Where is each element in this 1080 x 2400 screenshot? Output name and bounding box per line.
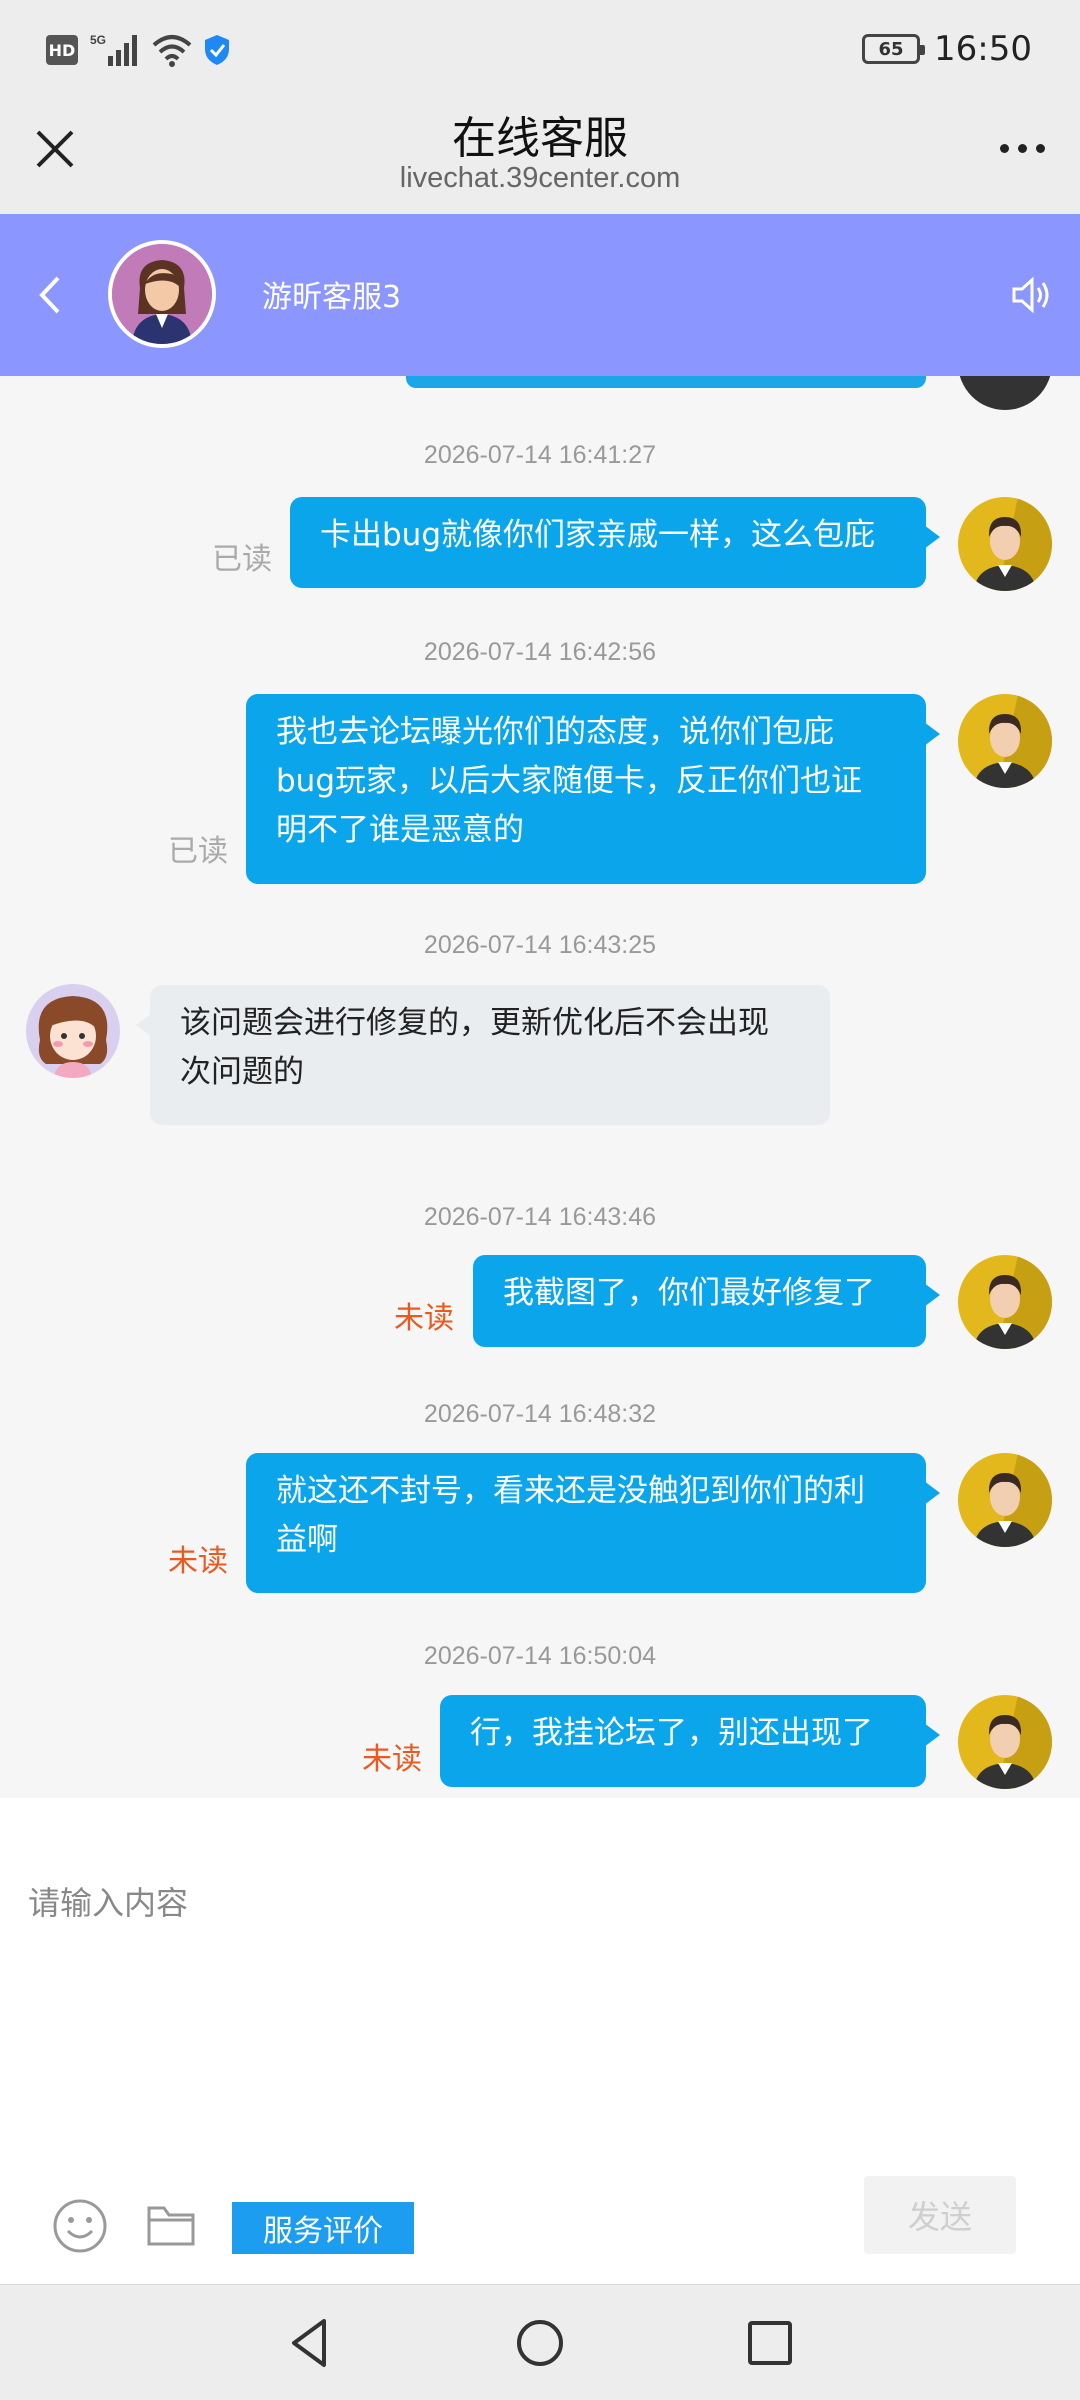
unread-status: 未读 bbox=[168, 1544, 228, 1579]
battery-icon: 65 bbox=[862, 34, 926, 64]
send-button[interactable]: 发送 bbox=[864, 2176, 1016, 2254]
read-status: 已读 bbox=[168, 834, 228, 869]
message-bubble-outgoing[interactable]: 卡出bug就像你们家亲戚一样，这么包庇 bbox=[290, 497, 940, 588]
user-avatar bbox=[958, 1255, 1052, 1349]
chat-message-list[interactable]: 2026-07-14 16:41:27 已读 卡出bug就像你们家亲戚一样，这么… bbox=[0, 376, 1080, 1798]
page-title: 在线客服 bbox=[452, 113, 628, 164]
unread-status: 未读 bbox=[362, 1742, 422, 1777]
message-timestamp: 2026-07-14 16:43:25 bbox=[423, 931, 657, 959]
message-input[interactable] bbox=[28, 1878, 1052, 2178]
folder-icon bbox=[147, 2206, 195, 2246]
message-line: 该问题会进行修复的，更新优化后不会出现 bbox=[180, 1005, 769, 1041]
chevron-left-icon bbox=[39, 276, 60, 314]
clock: 16:50 bbox=[934, 29, 1032, 69]
agent-message-avatar bbox=[26, 984, 120, 1078]
more-dot-icon bbox=[999, 143, 1009, 153]
status-bar: HD 5G 65 16:50 bbox=[0, 0, 1080, 96]
message-timestamp: 2026-07-14 16:42:56 bbox=[423, 638, 657, 666]
signal-icon: 5G bbox=[90, 33, 137, 66]
agent-name: 游昕客服3 bbox=[262, 280, 402, 315]
message-line: 行，我挂论坛了，别还出现了 bbox=[470, 1715, 873, 1751]
message-bubble-outgoing[interactable]: 行，我挂论坛了，别还出现了 bbox=[440, 1695, 940, 1787]
sound-toggle-button[interactable] bbox=[1008, 272, 1054, 318]
system-nav-bar bbox=[0, 2284, 1080, 2400]
circle-home-icon bbox=[517, 2320, 563, 2366]
wifi-icon bbox=[152, 35, 192, 67]
message-line: 明不了谁是恶意的 bbox=[276, 812, 524, 848]
message-bubble-outgoing[interactable]: 我截图了，你们最好修复了 bbox=[473, 1255, 940, 1347]
message-bubble-outgoing[interactable]: 就这还不封号，看来还是没触犯到你们的利 益啊 bbox=[246, 1453, 940, 1593]
agent-avatar bbox=[108, 240, 216, 348]
message-timestamp: 2026-07-14 16:41:27 bbox=[423, 441, 657, 469]
service-rating-button[interactable]: 服务评价 bbox=[232, 2202, 414, 2254]
message-bubble-incoming[interactable]: 该问题会进行修复的，更新优化后不会出现 次问题的 bbox=[136, 985, 830, 1125]
nav-recent-apps-button[interactable] bbox=[742, 2315, 798, 2371]
user-avatar bbox=[958, 497, 1052, 591]
message-timestamp: 2026-07-14 16:43:46 bbox=[423, 1203, 657, 1231]
message-line: 我也去论坛曝光你们的态度，说你们包庇 bbox=[276, 714, 834, 750]
message-bubble-outgoing[interactable]: 我也去论坛曝光你们的态度，说你们包庇 bug玩家，以后大家随便卡，反正你们也证 … bbox=[246, 694, 940, 884]
status-icons-left: HD 5G bbox=[46, 30, 232, 70]
nav-home-button[interactable] bbox=[510, 2313, 570, 2373]
message-timestamp: 2026-07-14 16:48:32 bbox=[423, 1400, 657, 1428]
nav-back-button[interactable] bbox=[280, 2313, 340, 2373]
read-status: 已读 bbox=[212, 542, 272, 577]
browser-title-bar: 在线客服 livechat.39center.com bbox=[0, 96, 1080, 214]
unread-status: 未读 bbox=[394, 1301, 454, 1336]
message-composer: 服务评价 发送 bbox=[0, 1798, 1080, 2284]
emoji-icon bbox=[53, 2199, 107, 2253]
svg-text:5G: 5G bbox=[90, 33, 106, 47]
back-button[interactable] bbox=[30, 270, 70, 320]
shield-icon bbox=[205, 35, 229, 65]
triangle-back-icon bbox=[292, 2319, 326, 2367]
message-line: 次问题的 bbox=[180, 1054, 304, 1090]
more-button[interactable] bbox=[992, 128, 1052, 168]
message-line: 就这还不封号，看来还是没触犯到你们的利 bbox=[276, 1473, 865, 1509]
user-avatar-partial bbox=[958, 376, 1052, 410]
agent-header: 游昕客服3 bbox=[0, 214, 1080, 376]
message-line: 卡出bug就像你们家亲戚一样，这么包庇 bbox=[320, 517, 876, 553]
square-recent-icon bbox=[748, 2321, 792, 2365]
more-dot-icon bbox=[1035, 143, 1045, 153]
page-url: livechat.39center.com bbox=[399, 162, 681, 194]
user-avatar bbox=[958, 694, 1052, 788]
message-line: bug玩家，以后大家随便卡，反正你们也证 bbox=[276, 763, 863, 799]
file-upload-button[interactable] bbox=[146, 2202, 196, 2248]
more-dot-icon bbox=[1017, 143, 1027, 153]
message-timestamp: 2026-07-14 16:50:04 bbox=[423, 1642, 657, 1670]
user-avatar bbox=[958, 1695, 1052, 1789]
status-icons-right: 65 16:50 bbox=[862, 26, 1032, 72]
message-bubble-partial bbox=[406, 376, 926, 388]
message-line: 益啊 bbox=[276, 1522, 338, 1558]
message-line: 我截图了，你们最好修复了 bbox=[503, 1275, 875, 1311]
hd-icon: HD bbox=[46, 35, 78, 65]
emoji-button[interactable] bbox=[52, 2198, 108, 2254]
user-avatar bbox=[958, 1453, 1052, 1547]
speaker-icon bbox=[1012, 276, 1049, 314]
